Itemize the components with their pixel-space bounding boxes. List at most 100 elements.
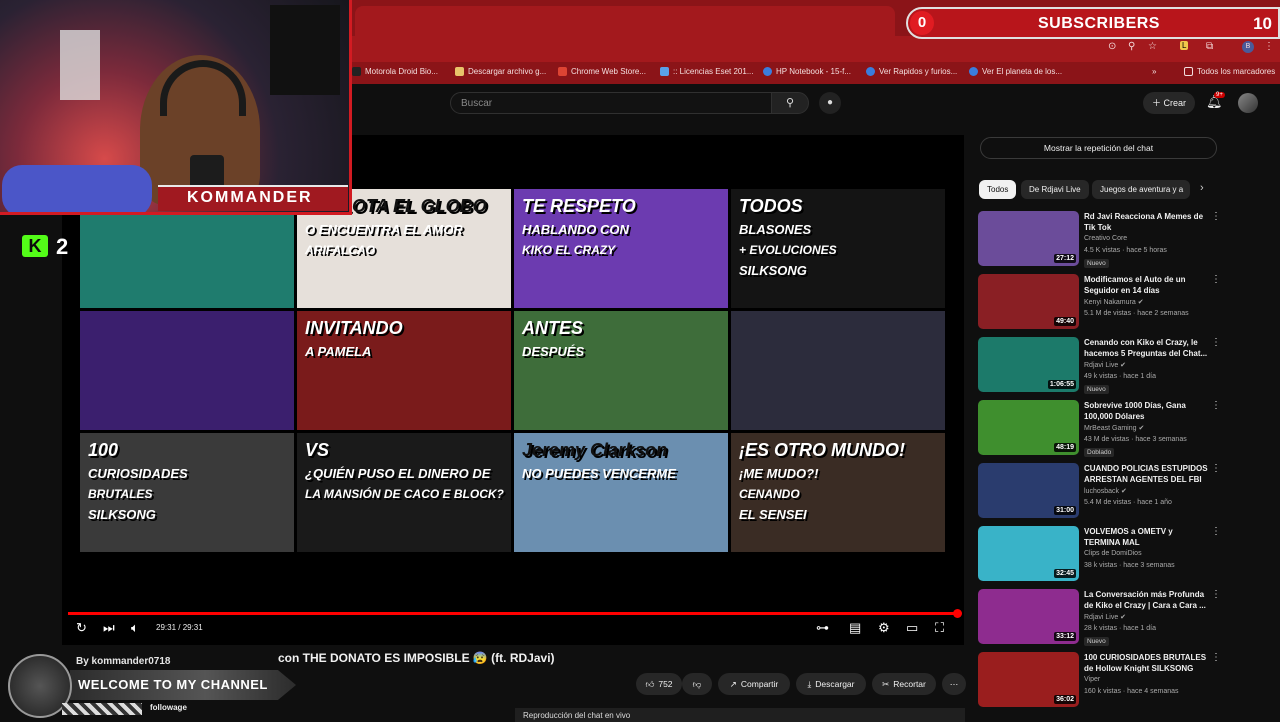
more-icon[interactable]: ⋮ [1211, 274, 1221, 285]
channel-name[interactable]: Clips de DomiDios [1084, 550, 1142, 557]
share-button[interactable]: ↗ Compartir [718, 673, 790, 695]
bookmark-item[interactable]: Chrome Web Store... [558, 67, 646, 76]
video-thumbnail[interactable]: 1:06:55 [978, 337, 1079, 392]
menu-dots-icon[interactable]: ⋮ [1264, 41, 1274, 52]
more-icon[interactable]: ⋮ [1211, 211, 1221, 222]
subtitles-icon[interactable]: ▤ [849, 620, 861, 636]
chip-all[interactable]: Todos [979, 180, 1017, 199]
puzzle-icon[interactable]: ⧉ [1206, 41, 1213, 52]
end-screen-thumbnail[interactable] [80, 311, 294, 430]
recommended-video[interactable]: 49:40 Modificamos el Auto de un Seguidor … [978, 274, 1221, 332]
end-screen-thumbnail[interactable]: ¡ES OTRO MUNDO! ¡ME MUDO?! CENANDO EL SENSE… [731, 433, 945, 552]
streamer-name: KOMMANDER [187, 189, 313, 206]
search-input[interactable]: Buscar [450, 92, 772, 114]
profile-chip-icon[interactable]: B [1242, 41, 1254, 53]
create-button[interactable]: ＋ Crear [1143, 92, 1195, 114]
video-title[interactable]: La Conversación más Profunda de Kiko el … [1084, 589, 1209, 611]
end-screen-thumbnail[interactable]: Jeremy Clarkson NO PUEDES VENCERME [514, 433, 728, 552]
autoplay-toggle-icon[interactable]: ⊶ [816, 620, 829, 636]
extension-icon[interactable]: L [1180, 41, 1189, 50]
download-button[interactable]: ⤓ Descargar [796, 673, 866, 695]
bookmarks-overflow[interactable]: » [1152, 67, 1156, 76]
video-title[interactable]: 100 CURIOSIDADES BRUTALES de Hollow Knig… [1084, 652, 1209, 674]
bookmark-item[interactable]: Ver El planeta de los... [969, 67, 1062, 76]
settings-gear-icon[interactable]: ⚙ [878, 620, 890, 636]
bookmark-item[interactable]: :: Licencias Eset 201... [660, 67, 754, 76]
more-actions-button[interactable]: ⋯ [942, 673, 966, 695]
end-screen-thumbnail[interactable]: TE RESPETO HABLANDO CON KIKO EL CRAZY [514, 189, 728, 308]
channel-name[interactable]: Rdjavi Live ✔ [1084, 361, 1126, 369]
recommended-video[interactable]: 48:19 Sobrevive 1000 Días, Gana 100,000 D… [978, 400, 1221, 458]
end-screen-thumbnail[interactable] [731, 311, 945, 430]
dislike-button[interactable]: 👎︎ [682, 673, 712, 695]
browser-tab[interactable] [355, 6, 895, 36]
more-icon[interactable]: ⋮ [1211, 337, 1221, 348]
channel-name[interactable]: MrBeast Gaming ✔ [1084, 424, 1144, 432]
more-icon[interactable]: ⋮ [1211, 589, 1221, 600]
show-chat-replay-button[interactable]: Mostrar la repetición del chat [980, 137, 1217, 159]
video-title[interactable]: VOLVEMOS a OMETV y TERMINA MAL [1084, 526, 1209, 548]
more-icon[interactable]: ⋮ [1211, 463, 1221, 474]
clip-button[interactable]: ✂ Recortar [872, 673, 936, 695]
zoom-icon[interactable]: ⚲ [1128, 41, 1135, 52]
recommended-video[interactable]: 32:45 VOLVEMOS a OMETV y TERMINA MAL Clips… [978, 526, 1221, 584]
video-thumbnail[interactable]: 49:40 [978, 274, 1079, 329]
recommended-video[interactable]: 1:06:55 Cenando con Kiko el Crazy, le hac… [978, 337, 1221, 395]
recommended-video[interactable]: 33:12 La Conversación más Profunda de Kik… [978, 589, 1221, 647]
channel-name[interactable]: Creativo Core [1084, 235, 1127, 242]
channel-name[interactable]: luchosback ✔ [1084, 487, 1127, 495]
bookmark-item[interactable]: Descargar archivo g... [455, 67, 546, 76]
voice-search-button[interactable]: ● [819, 92, 841, 114]
video-thumbnail[interactable]: 31:00 [978, 463, 1079, 518]
channel-name[interactable]: Rdjavi Live ✔ [1084, 613, 1126, 621]
bookmark-item[interactable]: Motorola Droid Bio... [352, 67, 438, 76]
end-screen-thumbnail[interactable]: ANTES DESPUÉS [514, 311, 728, 430]
search-button[interactable]: ⚲ [771, 92, 809, 114]
end-screen-thumbnail[interactable]: 100 CURIOSIDADES BRUTALES SILKSONG [80, 433, 294, 552]
more-icon[interactable]: ⋮ [1211, 526, 1221, 537]
end-screen-thumbnail[interactable]: INVITANDO A PAMELA [297, 311, 511, 430]
bookmark-item[interactable]: HP Notebook - 15-f... [763, 67, 851, 76]
bookmark-item[interactable]: Ver Rapidos y furios... [866, 67, 957, 76]
recommended-video[interactable]: 27:12 Rd Javi Reacciona A Memes de Tik To… [978, 211, 1221, 269]
video-title[interactable]: CUANDO POLICIAS ESTUPIDOS ARRESTAN AGENT… [1084, 463, 1209, 485]
chevron-right-icon[interactable]: › [1200, 182, 1204, 194]
video-title[interactable]: Modificamos el Auto de un Seguidor en 14… [1084, 274, 1209, 296]
chip-games[interactable]: Juegos de aventura y a [1092, 180, 1190, 199]
end-screen-thumbnail[interactable]: TODOS BLASONES + EVOLUCIONES SILKSONG [731, 189, 945, 308]
video-thumbnail[interactable]: 27:12 [978, 211, 1079, 266]
star-icon[interactable]: ☆ [1148, 41, 1157, 52]
video-thumbnail[interactable]: 33:12 [978, 589, 1079, 644]
next-icon[interactable]: ⏭︎ [103, 620, 115, 636]
theater-mode-icon[interactable]: ▭ [906, 620, 918, 636]
video-thumbnail[interactable]: 36:02 [978, 652, 1079, 707]
progress-bar[interactable] [68, 612, 958, 615]
video-title[interactable]: Sobrevive 1000 Días, Gana 100,000 Dólare… [1084, 400, 1209, 422]
volume-icon[interactable]: 🔈︎ [131, 620, 139, 636]
channel-name[interactable]: Viper [1084, 676, 1100, 683]
recommended-video[interactable]: 36:02 100 CURIOSIDADES BRUTALES de Hollow… [978, 652, 1221, 710]
avatar[interactable] [1238, 93, 1258, 113]
channel-name[interactable]: Kenyi Nakamura ✔ [1084, 298, 1144, 306]
end-screen-thumbnail[interactable]: VS ¿QUIÉN PUSO EL DINERO DE LA MANSIÓN DE … [297, 433, 511, 552]
chip-from-channel[interactable]: De Rdjavi Live [1021, 180, 1089, 199]
thumbnail-caption: ¿QUIÉN PUSO EL DINERO DE [305, 466, 491, 481]
thumbnail-caption: O ENCUENTRA EL AMOR [305, 222, 463, 237]
speaker [270, 5, 340, 95]
video-thumbnail[interactable]: 32:45 [978, 526, 1079, 581]
like-button[interactable]: 👍︎ 752 [636, 673, 682, 695]
video-title[interactable]: Cenando con Kiko el Crazy, le hacemos 5 … [1084, 337, 1209, 359]
thumbnail-caption: + EVOLUCIONES [739, 243, 837, 257]
pin-icon[interactable]: ⊙ [1108, 41, 1116, 52]
all-bookmarks[interactable]: Todos los marcadores [1184, 67, 1275, 76]
video-title[interactable]: Rd Javi Reacciona A Memes de Tik Tok [1084, 211, 1209, 233]
more-icon[interactable]: ⋮ [1211, 400, 1221, 411]
scrubber-handle[interactable] [953, 609, 962, 618]
thumbnail-caption: ARIFALCAO [305, 243, 375, 257]
video-meta: 5.1 M de vistas · hace 2 semanas [1084, 310, 1189, 317]
video-thumbnail[interactable]: 48:19 [978, 400, 1079, 455]
fullscreen-icon[interactable]: ⛶ [935, 620, 944, 636]
more-icon[interactable]: ⋮ [1211, 652, 1221, 663]
replay-icon[interactable]: ↻ [76, 620, 87, 636]
recommended-video[interactable]: 31:00 CUANDO POLICIAS ESTUPIDOS ARRESTAN … [978, 463, 1221, 521]
